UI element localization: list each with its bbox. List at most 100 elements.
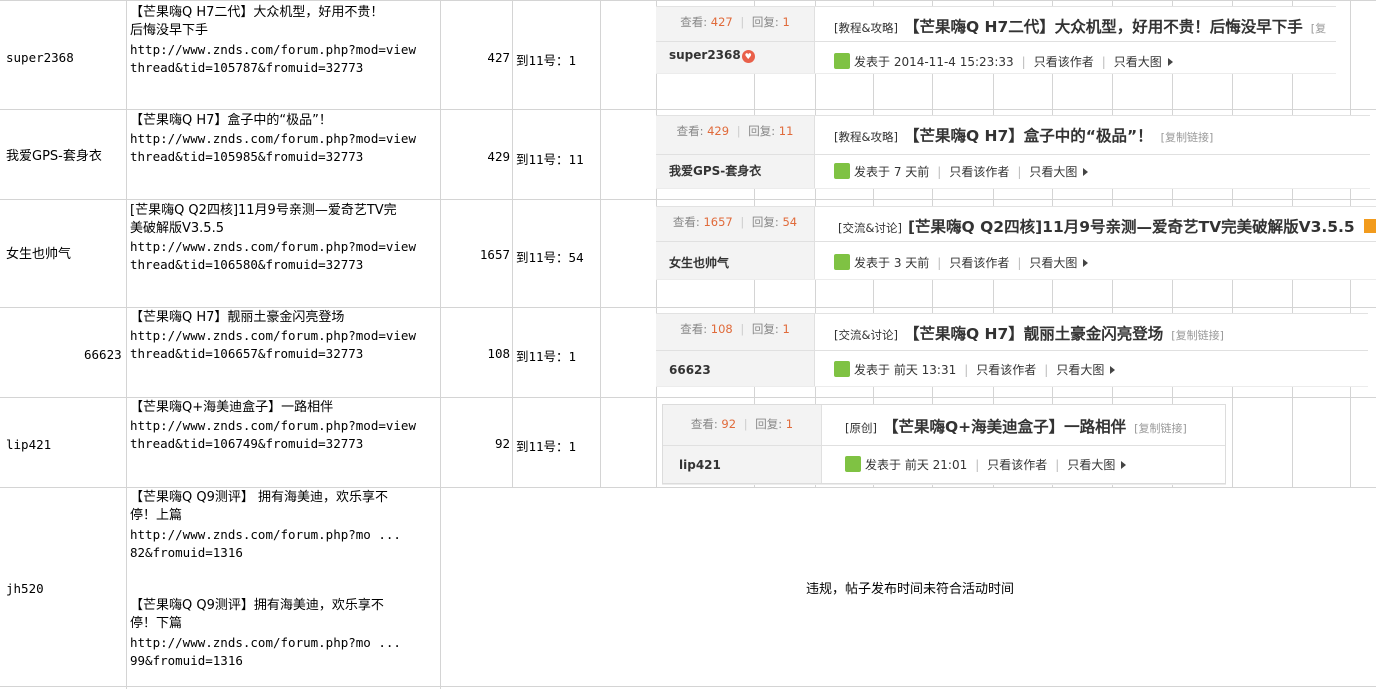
heart-badge-icon: ♥ — [741, 50, 755, 63]
copy-link[interactable]: [复制链接] — [1161, 131, 1214, 144]
views-cell[interactable]: 1657 — [440, 247, 510, 262]
post-divider — [656, 350, 1368, 351]
signin-cell[interactable]: 到11号：54 — [516, 247, 584, 266]
post-author[interactable]: lip421 — [663, 455, 821, 475]
only-author-link[interactable]: 只看该作者 — [949, 256, 1009, 270]
url-cell-line[interactable]: http://www.znds.com/forum.php?mod=view — [130, 327, 416, 345]
only-images-link[interactable]: 只看大图 — [1114, 55, 1162, 69]
views-cell[interactable]: 92 — [440, 436, 510, 451]
url-cell-line[interactable]: http://www.znds.com/forum.php?mod=view — [130, 238, 416, 256]
author-cell[interactable]: jh520 — [6, 580, 44, 598]
forum-post-snippet: 查看: 1657 | 回复: 54 女生也帅气 [交流&讨论] [芒果嗨Q Q2四… — [656, 206, 1376, 279]
author-cell[interactable]: lip421 — [6, 436, 51, 454]
url-cell-line[interactable]: 82&fromuid=1316 — [130, 544, 243, 562]
views-cell[interactable]: 108 — [440, 346, 510, 361]
url-cell-line[interactable]: 99&fromuid=1316 — [130, 652, 243, 670]
only-author-link[interactable]: 只看该作者 — [976, 363, 1036, 377]
url-cell-line[interactable]: http://www.znds.com/forum.php?mo ... — [130, 526, 401, 544]
only-images-link[interactable]: 只看大图 — [1056, 363, 1104, 377]
url-cell-line[interactable]: thread&tid=106657&fromuid=32773 — [130, 345, 363, 363]
views-count: 108 — [710, 322, 733, 336]
row-line — [0, 109, 1376, 110]
col-line — [600, 0, 601, 487]
post-divider — [656, 241, 1376, 242]
title-cell-line[interactable]: 【芒果嗨Q Q9测评】 拥有海美迪，欢乐享不 — [130, 489, 388, 507]
user-avatar-icon — [834, 254, 850, 270]
views-cell[interactable]: 427 — [440, 50, 510, 65]
url-cell-line[interactable]: thread&tid=106749&fromuid=32773 — [130, 435, 363, 453]
only-images-link[interactable]: 只看大图 — [1029, 256, 1077, 270]
views-cell[interactable]: 429 — [440, 149, 510, 164]
views-count: 427 — [710, 15, 733, 29]
only-author-link[interactable]: 只看该作者 — [949, 165, 1009, 179]
post-stats: 查看: 427 | 回复: 1 — [680, 15, 790, 29]
user-avatar-icon — [834, 53, 850, 69]
col-line — [440, 0, 441, 689]
post-title: [原创] 【芒果嗨Q+海美迪盒子】一路相伴 [复制链接] — [845, 418, 1187, 436]
post-category[interactable]: [教程&攻略] — [834, 21, 898, 35]
title-cell-line[interactable]: 【芒果嗨Q H7二代】大众机型，好用不贵！ — [130, 4, 383, 22]
author-cell[interactable]: 我爱GPS-套身衣 — [6, 148, 102, 166]
post-author[interactable]: 66623 — [656, 360, 814, 380]
only-author-link[interactable]: 只看该作者 — [987, 458, 1047, 472]
signin-cell[interactable]: 到11号：1 — [516, 346, 576, 365]
author-cell[interactable]: 66623 — [84, 346, 122, 364]
only-author-link[interactable]: 只看该作者 — [1034, 55, 1094, 69]
row-line — [0, 0, 1376, 1]
row-line — [0, 686, 1376, 687]
url-cell-line[interactable]: thread&tid=105985&fromuid=32773 — [130, 148, 363, 166]
post-meta: 发表于 7 天前 | 只看该作者 | 只看大图 — [834, 163, 1089, 181]
author-cell[interactable]: super2368 — [6, 49, 74, 67]
title-cell-line[interactable]: 【芒果嗨Q H7】靓丽土豪金闪亮登场 — [130, 309, 344, 327]
post-divider — [656, 154, 1370, 155]
title-cell-line[interactable]: 停！下篇 — [130, 615, 182, 633]
copy-link[interactable]: [复制链接] — [1171, 329, 1224, 342]
author-cell[interactable]: 女生也帅气 — [6, 246, 71, 264]
violation-note[interactable]: 违规，帖子发布时间未符合活动时间 — [700, 578, 1120, 597]
post-category[interactable]: [教程&攻略] — [834, 130, 898, 144]
post-meta: 发表于 前天 21:01 | 只看该作者 | 只看大图 — [845, 456, 1127, 474]
post-author[interactable]: super2368 ♥ — [656, 45, 814, 65]
views-count: 1657 — [703, 215, 733, 229]
url-cell-line[interactable]: thread&tid=106580&fromuid=32773 — [130, 256, 363, 274]
arrow-right-icon — [1083, 259, 1089, 267]
title-cell-line[interactable]: 【芒果嗨Q H7】盒子中的“极品”！ — [130, 112, 332, 130]
post-category[interactable]: [交流&讨论] — [834, 328, 898, 342]
post-divider — [656, 41, 1336, 42]
post-title: [交流&讨论] [芒果嗨Q Q2四核]11月9号亲测—爱奇艺TV完美破解版V3.5… — [838, 218, 1355, 236]
copy-link[interactable]: [复 — [1311, 22, 1326, 35]
title-cell-line[interactable]: 后悔没早下手 — [130, 22, 208, 40]
signin-cell[interactable]: 到11号：1 — [516, 436, 576, 455]
user-avatar-icon — [834, 361, 850, 377]
row-line — [0, 307, 1376, 308]
url-cell-line[interactable]: http://www.znds.com/forum.php?mo ... — [130, 634, 401, 652]
only-images-link[interactable]: 只看大图 — [1067, 458, 1115, 472]
post-category[interactable]: [原创] — [845, 421, 877, 435]
url-cell-line[interactable]: thread&tid=105787&fromuid=32773 — [130, 59, 363, 77]
forum-post-snippet: 查看: 429 | 回复: 11 我爱GPS-套身衣 [教程&攻略] 【芒果嗨Q … — [656, 115, 1370, 188]
forum-post-snippet: 查看: 108 | 回复: 1 66623 [交流&讨论] 【芒果嗨Q H7】靓丽… — [656, 313, 1368, 386]
title-cell-line[interactable]: 美破解版V3.5.5 — [130, 220, 224, 238]
forum-post-snippet: 查看: 427 | 回复: 1 super2368 ♥ [教程&攻略] 【芒果嗨Q … — [656, 6, 1336, 73]
signin-cell[interactable]: 到11号：1 — [516, 50, 576, 69]
post-author[interactable]: 女生也帅气 — [656, 253, 814, 273]
url-cell-line[interactable]: http://www.znds.com/forum.php?mod=view — [130, 41, 416, 59]
title-cell-line[interactable]: 停！上篇 — [130, 507, 182, 525]
arrow-right-icon — [1167, 58, 1173, 66]
post-author[interactable]: 我爱GPS-套身衣 — [656, 161, 814, 181]
user-avatar-icon — [834, 163, 850, 179]
col-line — [126, 0, 127, 689]
post-category[interactable]: [交流&讨论] — [838, 221, 902, 235]
signin-cell[interactable]: 到11号：11 — [516, 149, 584, 168]
replies-count: 11 — [778, 124, 794, 138]
url-cell-line[interactable]: http://www.znds.com/forum.php?mod=view — [130, 130, 416, 148]
only-images-link[interactable]: 只看大图 — [1029, 165, 1077, 179]
url-cell-line[interactable]: http://www.znds.com/forum.php?mod=view — [130, 417, 416, 435]
title-cell-line[interactable]: 【芒果嗨Q Q9测评】拥有海美迪，欢乐享不 — [130, 597, 384, 615]
title-cell-line[interactable]: [芒果嗨Q Q2四核]11月9号亲测—爱奇艺TV完 — [130, 202, 397, 220]
arrow-right-icon — [1110, 366, 1116, 374]
copy-link[interactable]: [复制链接] — [1134, 422, 1187, 435]
post-title: [教程&攻略] 【芒果嗨Q H7二代】大众机型，好用不贵！后悔没早下手 [复 — [834, 18, 1327, 36]
post-stats: 查看: 1657 | 回复: 54 — [672, 215, 798, 229]
title-cell-line[interactable]: 【芒果嗨Q+海美迪盒子】一路相伴 — [130, 399, 333, 417]
